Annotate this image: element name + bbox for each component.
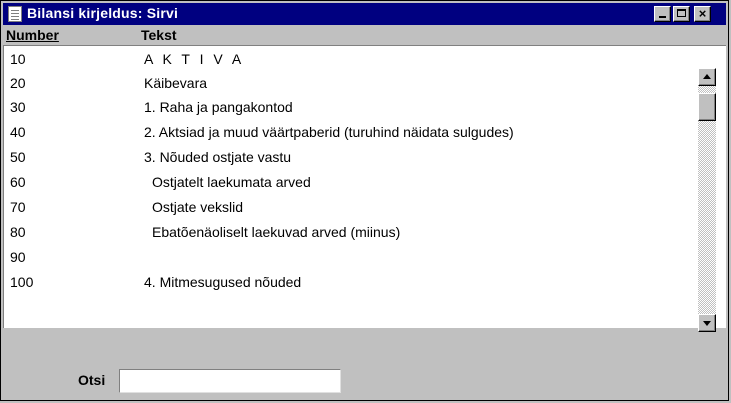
list-row[interactable]: 50 3. Nõuded ostjate vastu bbox=[4, 145, 694, 169]
row-number: 30 bbox=[10, 99, 26, 115]
row-text: 2. Aktsiad ja muud väärtpaberid (turuhin… bbox=[144, 124, 514, 140]
document-icon[interactable] bbox=[8, 6, 22, 22]
search-input[interactable] bbox=[119, 369, 341, 393]
scroll-up-button[interactable] bbox=[698, 68, 716, 86]
row-number: 10 bbox=[10, 51, 26, 67]
row-text: Ostjate vekslid bbox=[152, 199, 244, 215]
records-list[interactable]: 10 A K T I V A 20 Käibevara 30 1. Raha j… bbox=[3, 45, 726, 332]
row-number: 70 bbox=[10, 199, 26, 215]
list-row[interactable]: 10 A K T I V A bbox=[4, 47, 694, 71]
row-number: 50 bbox=[10, 149, 26, 165]
row-text: Ostjatelt laekumata arved bbox=[152, 174, 311, 190]
row-number: 80 bbox=[10, 224, 26, 240]
row-text: Käibevara bbox=[144, 75, 208, 91]
row-text: 4. Mitmesugused nõuded bbox=[144, 274, 302, 290]
row-text: 1. Raha ja pangakontod bbox=[144, 99, 293, 115]
list-row[interactable]: 40 2. Aktsiad ja muud väärtpaberid (turu… bbox=[4, 120, 694, 144]
close-button[interactable]: × bbox=[694, 6, 711, 22]
maximize-button[interactable] bbox=[673, 6, 690, 22]
list-row[interactable]: 60 Ostjatelt laekumata arved bbox=[4, 170, 694, 194]
vertical-scrollbar[interactable] bbox=[698, 68, 716, 332]
list-row[interactable]: 90 bbox=[4, 245, 694, 269]
row-text: A K T I V A bbox=[144, 51, 245, 67]
minimize-button[interactable] bbox=[654, 6, 671, 22]
list-row[interactable]: 30 1. Raha ja pangakontod bbox=[4, 95, 694, 119]
list-row[interactable]: 80 Ebatõenäoliselt laekuvad arved (miinu… bbox=[4, 220, 694, 244]
row-number: 60 bbox=[10, 174, 26, 190]
scroll-thumb[interactable] bbox=[698, 93, 716, 121]
list-row[interactable]: 20 Käibevara bbox=[4, 71, 694, 95]
row-text: Ebatõenäoliselt laekuvad arved (miinus) bbox=[152, 224, 401, 240]
list-row[interactable]: 70 Ostjate vekslid bbox=[4, 195, 694, 219]
window-title: Bilansi kirjeldus: Sirvi bbox=[27, 5, 179, 21]
row-number: 100 bbox=[10, 274, 34, 290]
column-header-text[interactable]: Tekst bbox=[141, 27, 177, 47]
row-number: 40 bbox=[10, 124, 26, 140]
browse-window: Bilansi kirjeldus: Sirvi × Number Tekst … bbox=[0, 0, 729, 401]
close-icon: × bbox=[698, 6, 707, 21]
scroll-down-button[interactable] bbox=[698, 314, 716, 332]
row-text: 3. Nõuded ostjate vastu bbox=[144, 149, 292, 165]
row-number: 20 bbox=[10, 75, 26, 91]
title-bar[interactable]: Bilansi kirjeldus: Sirvi × bbox=[3, 3, 726, 25]
row-number: 90 bbox=[10, 249, 26, 265]
list-row[interactable]: 100 4. Mitmesugused nõuded bbox=[4, 270, 694, 294]
column-header-number[interactable]: Number bbox=[6, 27, 59, 47]
search-label: Otsi bbox=[78, 372, 106, 388]
